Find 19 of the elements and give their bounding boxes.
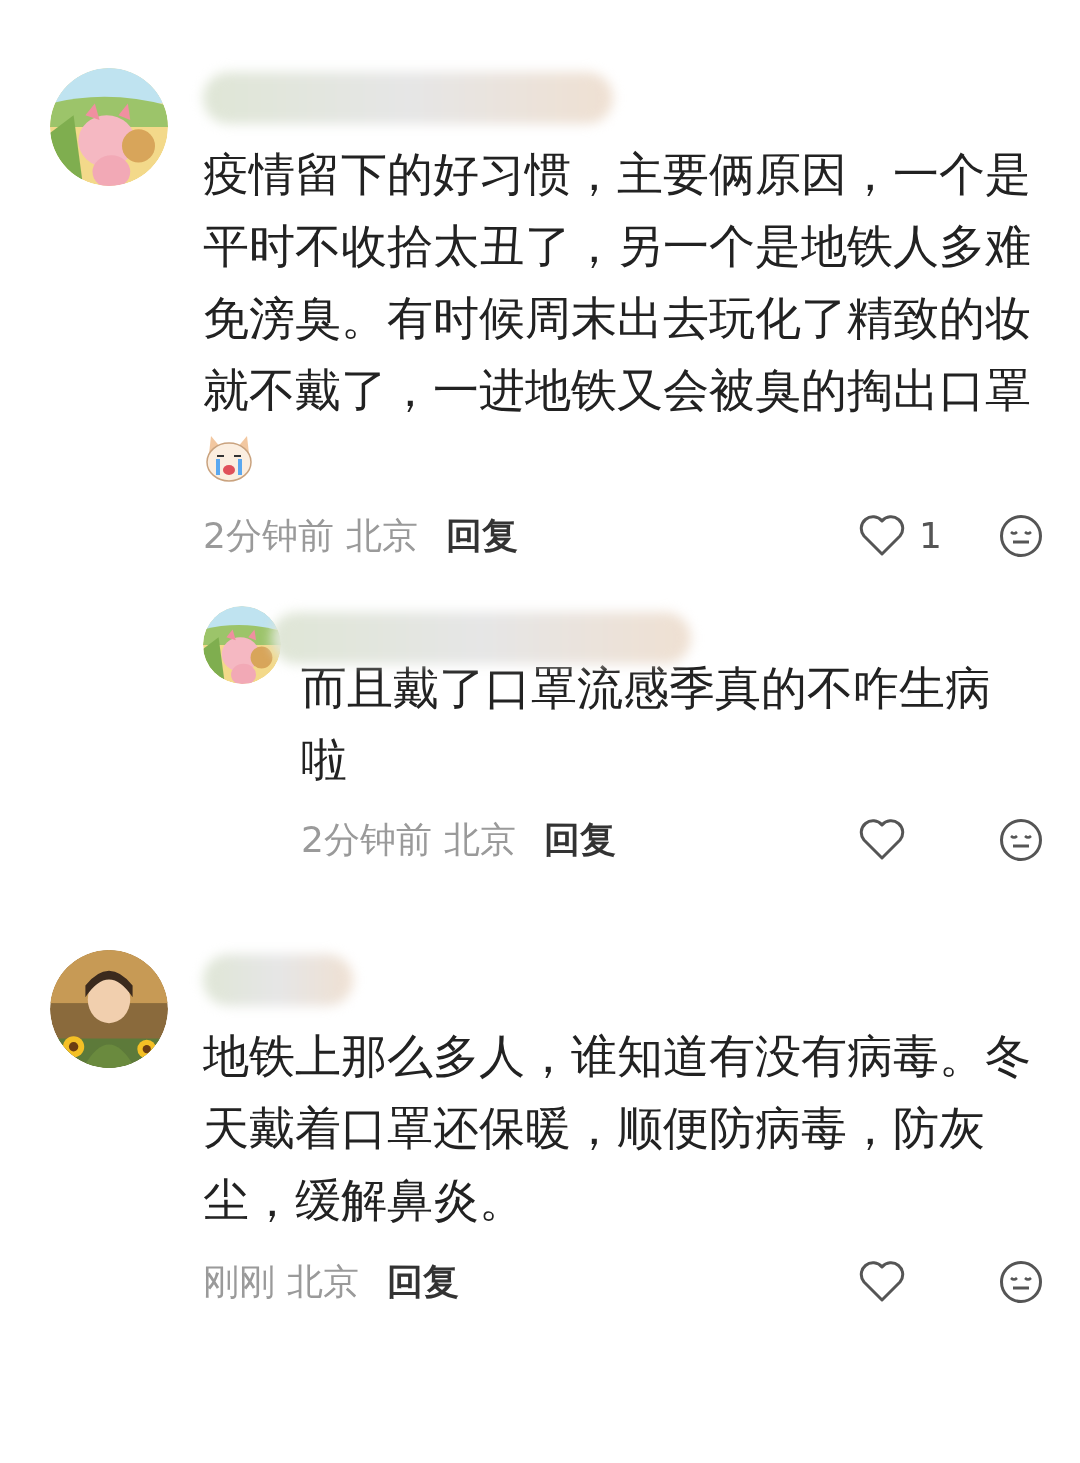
timestamp: 刚刚 bbox=[203, 1260, 275, 1304]
expressionless-face-icon[interactable] bbox=[999, 818, 1043, 862]
expressionless-face-icon[interactable] bbox=[999, 514, 1043, 558]
reply-button[interactable]: 回复 bbox=[543, 813, 616, 867]
expressionless-face-icon[interactable] bbox=[999, 1260, 1043, 1304]
location: 北京 bbox=[443, 818, 516, 862]
comment-text: 地铁上那么多人，谁知道有没有病毒。冬天戴着口罩还保暖，顺便防病毒，防灰尘，缓解鼻炎。 bbox=[203, 1028, 1032, 1229]
heart-icon[interactable] bbox=[859, 515, 905, 557]
location: 北京 bbox=[345, 514, 418, 558]
comment-text: 疫情留下的好习惯，主要俩原因，一个是平时不收拾太丑了，另一个是地铁人多难免滂臭。有时候周末出去玩化了精致的妆就不戴了，一进地铁又会被臭的掏出口罩 bbox=[203, 146, 1032, 419]
timestamp: 2分钟前 bbox=[301, 818, 432, 862]
like-count: 1 bbox=[919, 514, 942, 558]
reply-button[interactable]: 回复 bbox=[387, 1255, 459, 1309]
timestamp: 2分钟前 bbox=[203, 514, 334, 558]
location: 北京 bbox=[287, 1260, 359, 1304]
heart-icon[interactable] bbox=[859, 1261, 905, 1303]
heart-icon[interactable] bbox=[859, 819, 905, 861]
reply-text: 而且戴了口罩流感季真的不咋生病啦 bbox=[301, 660, 992, 789]
reply-button[interactable]: 回复 bbox=[445, 509, 518, 563]
